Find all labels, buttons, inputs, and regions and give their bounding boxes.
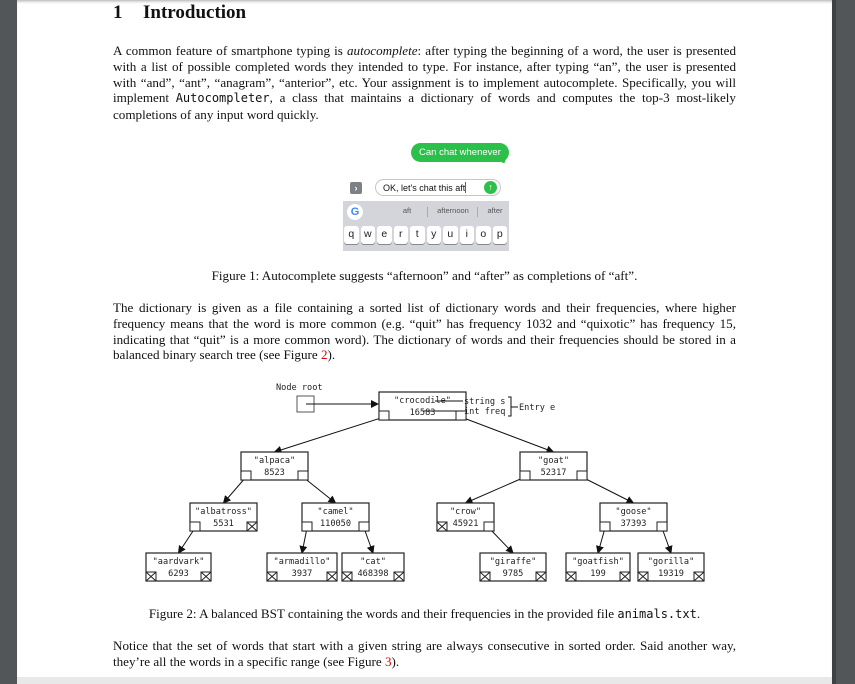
left-child-pointer xyxy=(519,470,531,481)
figure-2-caption: Figure 2: A balanced BST containing the … xyxy=(113,606,736,622)
bst-node-freq: 45921 xyxy=(453,519,479,529)
bst-edge xyxy=(460,416,555,454)
bst-node-freq: 16583 xyxy=(410,408,436,418)
bst-node-word: "camel" xyxy=(317,507,353,517)
bst-node: "goat" 52317 xyxy=(519,451,588,481)
bst-node-word: "aardvark" xyxy=(153,557,205,567)
bst-edge xyxy=(596,527,606,554)
bst-node-freq: 468398 xyxy=(357,569,388,579)
right-child-pointer xyxy=(297,470,309,481)
bst-node-freq: 19319 xyxy=(658,569,684,579)
bst-node: "gorilla" 19319 xyxy=(637,552,705,582)
bst-node-word: "goat" xyxy=(538,456,569,466)
viewer-scroll-area[interactable] xyxy=(832,0,836,684)
left-child-pointer xyxy=(378,410,390,421)
bst-edge xyxy=(273,416,385,454)
freq-field-label: int freq xyxy=(464,407,505,417)
string-field-label: string s xyxy=(464,397,505,407)
bst-edge xyxy=(661,527,673,554)
text: Figure 2: A balanced BST containing the … xyxy=(148,606,618,621)
bst-node-word: "albatross" xyxy=(195,507,252,517)
bst-node-word: "goose" xyxy=(615,507,651,517)
text: ). xyxy=(391,653,400,669)
right-child-pointer xyxy=(358,521,370,532)
bst-node-word: "alpaca" xyxy=(254,456,295,466)
right-child-pointer xyxy=(576,470,588,481)
entry-label: Entry e xyxy=(519,403,555,413)
page-gap xyxy=(17,677,832,684)
bst-node: "goatfish" 199 xyxy=(565,552,631,582)
entry-bracket xyxy=(508,396,518,417)
bst-node-freq: 8523 xyxy=(264,468,285,478)
bst-node: "crocodile"16583 xyxy=(378,391,467,421)
bst-edge xyxy=(488,527,514,554)
bst-node-freq: 9785 xyxy=(503,569,524,579)
left-child-pointer xyxy=(599,521,611,532)
bst-node-freq: 3937 xyxy=(292,569,313,579)
bst-node: "cat" 468398 xyxy=(341,552,405,582)
bst-node: "crow" 45921 xyxy=(436,502,495,532)
bst-edge xyxy=(177,527,196,554)
bst-edge xyxy=(464,476,526,504)
bst-node-word: "giraffe" xyxy=(490,557,537,567)
bst-node-word: "gorilla" xyxy=(648,557,695,567)
bst-node: "giraffe" 9785 xyxy=(479,552,547,582)
bst-node-word: "crow" xyxy=(450,507,481,517)
bst-node-word: "cat" xyxy=(360,557,386,567)
bst-node: "armadillo" 3937 xyxy=(266,552,338,582)
root-label: Node root xyxy=(276,383,323,393)
range-paragraph: Notice that the set of words that start … xyxy=(113,638,736,670)
text: . xyxy=(696,606,701,621)
bst-edge xyxy=(363,527,375,554)
code-filename: animals.txt xyxy=(617,607,697,621)
tree-edges xyxy=(177,416,673,554)
bst-node-freq: 37393 xyxy=(621,519,647,529)
bst-node-freq: 52317 xyxy=(541,468,567,478)
bst-edge xyxy=(222,476,247,504)
bst-node-freq: 199 xyxy=(590,569,606,579)
right-child-pointer xyxy=(483,521,495,532)
bst-node-word: "goatfish" xyxy=(572,557,624,567)
left-child-pointer xyxy=(301,521,313,532)
figure-2-bst-diagram: "crocodile"16583"alpaca"8523"goat"52317"… xyxy=(145,383,705,582)
right-child-pointer xyxy=(656,521,668,532)
bst-node: "aardvark" 6293 xyxy=(145,552,212,582)
bst-node-freq: 110050 xyxy=(320,519,351,529)
bst-node-freq: 5531 xyxy=(213,519,234,529)
left-child-pointer xyxy=(240,470,252,481)
bst-node: "goose" 37393 xyxy=(599,502,668,532)
bst-node-freq: 6293 xyxy=(168,569,189,579)
text: Notice that the set of words that start … xyxy=(113,638,736,669)
bst-node: "albatross" 5531 xyxy=(189,502,258,532)
bst-node: "camel" 110050 xyxy=(301,502,370,532)
left-child-pointer xyxy=(189,521,201,532)
bst-edge xyxy=(581,476,635,504)
document-page: 1 Introduction A common feature of smartp… xyxy=(17,0,832,677)
bst-edge xyxy=(299,527,308,554)
bst-edge xyxy=(302,476,337,504)
bst-node: "alpaca" 8523 xyxy=(240,451,309,481)
tree-nodes: "crocodile"16583"alpaca"8523"goat"52317"… xyxy=(145,391,705,582)
bst-node-word: "armadillo" xyxy=(274,557,331,567)
